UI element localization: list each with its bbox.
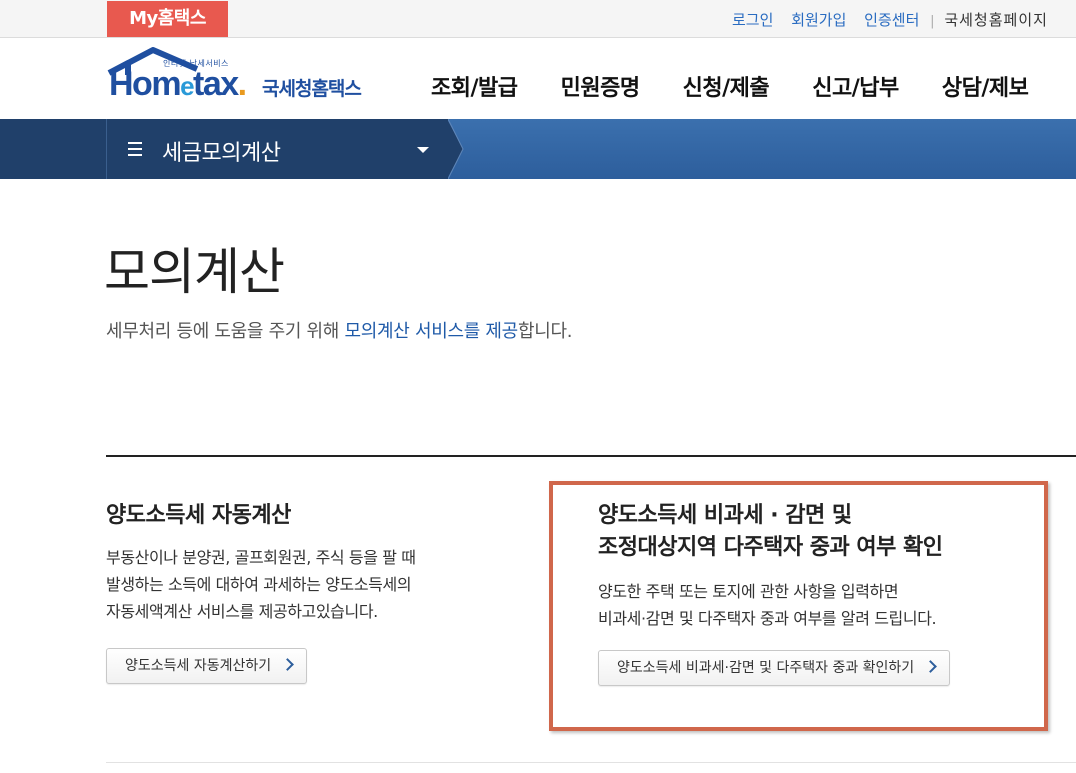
logo-wordmark: Hometax. (109, 65, 247, 103)
logo-korean-name: 국세청홈택스 (262, 78, 362, 100)
card-description: 부동산이나 분양권, 골프회원권, 주식 등을 팔 때 발생하는 소득에 대하여… (106, 548, 416, 621)
exemption-check-button[interactable]: 양도소득세 비과세·감면 및 다주택자 중과 확인하기 (598, 650, 951, 686)
my-hometax-button[interactable]: My홈택스 (107, 1, 228, 37)
auto-calc-button[interactable]: 양도소득세 자동계산하기 (106, 648, 308, 684)
nav-item-consult[interactable]: 상담/제보 (942, 70, 1029, 102)
description-highlight: 모의계산 서비스를 제공 (344, 321, 519, 342)
nav-item-filing[interactable]: 신고/납부 (812, 70, 899, 102)
menu-dropdown-toggle[interactable]: 세금모의계산 (124, 136, 454, 166)
bottom-divider (106, 762, 1076, 763)
link-separator: | (930, 14, 935, 29)
card-exemption-check: 양도소득세 비과세 · 감면 및 조정대상지역 다주택자 중과 여부 확인 양도… (598, 500, 1038, 686)
card-title: 양도소득세 비과세 · 감면 및 조정대상지역 다주택자 중과 여부 확인 (598, 503, 943, 560)
login-link[interactable]: 로그인 (732, 11, 773, 29)
nav-item-inquiry[interactable]: 조회/발급 (431, 70, 518, 102)
caret-down-icon (417, 147, 429, 153)
site-header: 인터넷 납세서비스 Hometax. 국세청홈택스 조회/발급 민원증명 신청/… (0, 38, 1076, 119)
menu-bar-divider (106, 119, 107, 179)
nav-item-application[interactable]: 신청/제출 (683, 70, 770, 102)
section-divider (106, 455, 1076, 457)
page-title: 모의계산 (104, 243, 285, 301)
page-description: 세무처리 등에 도움을 주기 위해 모의계산 서비스를 제공합니다. (106, 321, 573, 342)
signup-link[interactable]: 회원가입 (791, 11, 846, 29)
menu-title: 세금모의계산 (162, 141, 281, 166)
chevron-right-icon (281, 658, 295, 671)
global-nav: 조회/발급 민원증명 신청/제출 신고/납부 상담/제보 (431, 70, 1066, 102)
nts-homepage-link[interactable]: 국세청홈페이지 (944, 11, 1048, 29)
card-description: 양도한 주택 또는 토지에 관한 사항을 입력하면 비과세·감면 및 다주택자 … (598, 582, 937, 628)
top-utility-bar: My홈택스 로그인 회원가입 인증센터 | 국세청홈페이지 (0, 0, 1076, 38)
top-links: 로그인 회원가입 인증센터 | 국세청홈페이지 (732, 9, 1061, 30)
card-title: 양도소득세 자동계산 (106, 503, 291, 528)
nav-item-certificate[interactable]: 민원증명 (561, 70, 640, 102)
card-auto-calc: 양도소득세 자동계산 부동산이나 분양권, 골프회원권, 주식 등을 팔 때 발… (106, 500, 526, 684)
chevron-right-icon (924, 660, 938, 673)
cert-center-link[interactable]: 인증센터 (864, 11, 919, 29)
sub-menu-bar: 세금모의계산 (0, 119, 1076, 179)
hometax-logo[interactable]: 인터넷 납세서비스 Hometax. 국세청홈택스 (105, 47, 380, 109)
hamburger-icon (128, 142, 142, 156)
